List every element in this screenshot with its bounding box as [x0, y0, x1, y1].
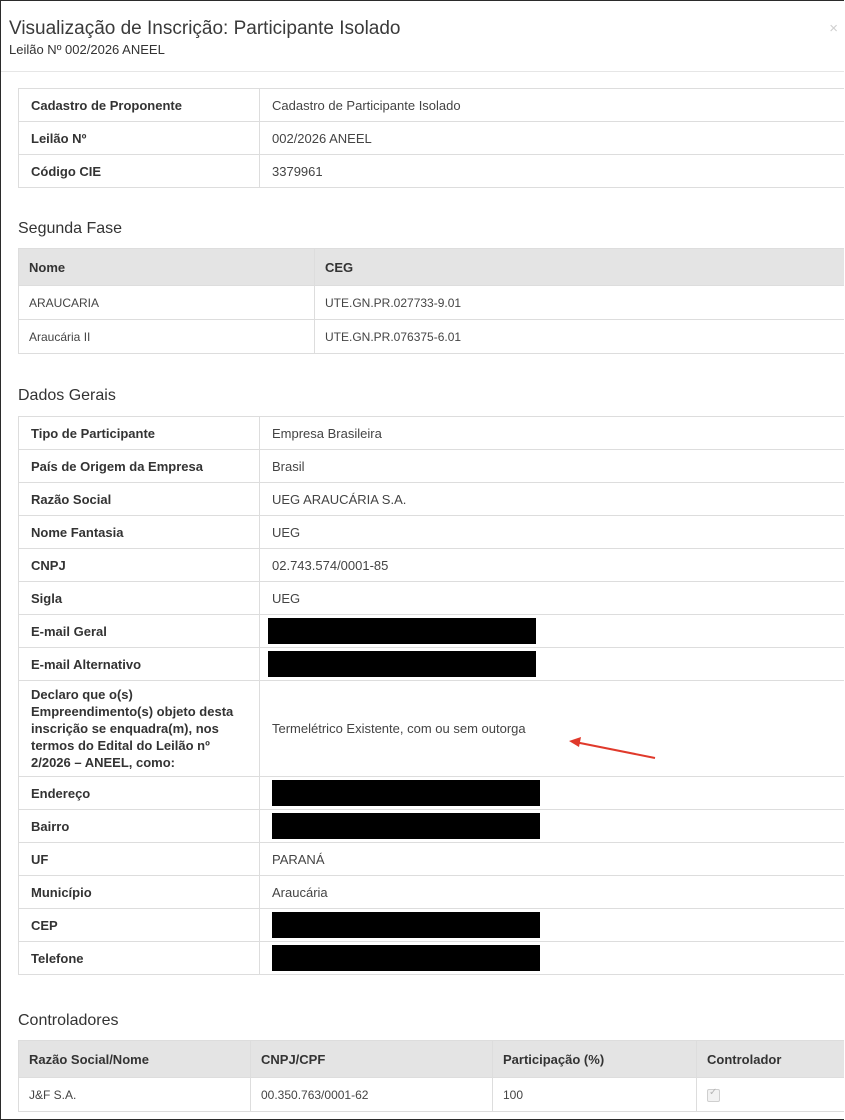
segunda-fase-table: Nome CEG ARAUCARIA UTE.GN.PR.027733-9.01… [18, 248, 844, 354]
row-label: País de Origem da Empresa [18, 449, 260, 483]
cell-cnpj: 00.350.763/0001-62 [250, 1077, 493, 1112]
row-value: Termelétrico Existente, com ou sem outor… [259, 680, 844, 777]
table-row: Tipo de Participante Empresa Brasileira [18, 416, 844, 450]
table-row: Telefone [18, 941, 844, 975]
table-row: ARAUCARIA UTE.GN.PR.027733-9.01 [18, 285, 844, 320]
table-row: UF PARANÁ [18, 842, 844, 876]
row-value: 02.743.574/0001-85 [259, 548, 844, 582]
row-value: 3379961 [259, 154, 844, 188]
row-label: E-mail Alternativo [18, 647, 260, 681]
section-title-dados-gerais: Dados Gerais [18, 387, 116, 404]
row-value-redacted [259, 908, 844, 942]
table-header-row: Razão Social/Nome CNPJ/CPF Participação … [18, 1040, 844, 1078]
row-label: Nome Fantasia [18, 515, 260, 549]
cell-nome: ARAUCARIA [18, 285, 315, 320]
row-value-redacted [259, 941, 844, 975]
table-row: Nome Fantasia UEG [18, 515, 844, 549]
table-row: CEP [18, 908, 844, 942]
redaction-block [272, 945, 540, 971]
row-value-redacted [259, 809, 844, 843]
row-value: UEG ARAUCÁRIA S.A. [259, 482, 844, 516]
cell-participacao: 100 [492, 1077, 697, 1112]
row-label: E-mail Geral [18, 614, 260, 648]
table-row: Razão Social UEG ARAUCÁRIA S.A. [18, 482, 844, 516]
row-label: Endereço [18, 776, 260, 810]
table-row: E-mail Alternativo [18, 647, 844, 681]
section-title-controladores: Controladores [18, 1012, 119, 1029]
controlador-checkbox[interactable] [707, 1087, 720, 1102]
table-row: Cadastro de Proponente Cadastro de Parti… [18, 88, 844, 122]
row-label: Leilão Nº [18, 121, 260, 155]
row-value: Brasil [259, 449, 844, 483]
row-label: UF [18, 842, 260, 876]
header-divider [1, 71, 844, 72]
cell-ceg: UTE.GN.PR.027733-9.01 [314, 285, 844, 320]
redaction-block [268, 618, 536, 644]
annotation-arrow-icon [569, 737, 656, 759]
cell-ceg: UTE.GN.PR.076375-6.01 [314, 319, 844, 354]
column-header-cnpj: CNPJ/CPF [250, 1040, 493, 1078]
column-header-participacao: Participação (%) [492, 1040, 697, 1078]
row-label: Cadastro de Proponente [18, 88, 260, 122]
row-label: Razão Social [18, 482, 260, 516]
table-row: E-mail Geral [18, 614, 844, 648]
row-value-redacted [259, 647, 844, 681]
column-header-ceg: CEG [314, 248, 844, 286]
close-icon[interactable]: × [829, 21, 838, 36]
controladores-table: Razão Social/Nome CNPJ/CPF Participação … [18, 1040, 844, 1112]
column-header-controlador: Controlador [696, 1040, 844, 1078]
row-label: CEP [18, 908, 260, 942]
row-label: Sigla [18, 581, 260, 615]
modal-title: Visualização de Inscrição: Participante … [9, 18, 401, 39]
redaction-block [268, 651, 536, 677]
table-row: Leilão Nº 002/2026 ANEEL [18, 121, 844, 155]
row-label: Telefone [18, 941, 260, 975]
row-value: PARANÁ [259, 842, 844, 876]
row-label: Município [18, 875, 260, 909]
table-row: Município Araucária [18, 875, 844, 909]
row-value: Empresa Brasileira [259, 416, 844, 450]
table-row: Bairro [18, 809, 844, 843]
row-label: Tipo de Participante [18, 416, 260, 450]
redaction-block [272, 813, 540, 839]
table-row: Araucária II UTE.GN.PR.076375-6.01 [18, 319, 844, 354]
cell-nome: Araucária II [18, 319, 315, 354]
row-value: Cadastro de Participante Isolado [259, 88, 844, 122]
table-row: País de Origem da Empresa Brasil [18, 449, 844, 483]
dados-gerais-table: Tipo de Participante Empresa Brasileira … [18, 416, 844, 975]
section-title-segunda-fase: Segunda Fase [18, 220, 123, 237]
row-value-redacted [259, 614, 844, 648]
row-value: Araucária [259, 875, 844, 909]
modal-subtitle: Leilão Nº 002/2026 ANEEL [9, 42, 165, 57]
table-row: CNPJ 02.743.574/0001-85 [18, 548, 844, 582]
row-value: UEG [259, 515, 844, 549]
summary-table: Cadastro de Proponente Cadastro de Parti… [18, 88, 844, 188]
table-header-row: Nome CEG [18, 248, 844, 286]
table-row: Sigla UEG [18, 581, 844, 615]
column-header-nome: Nome [18, 248, 315, 286]
modal-dialog: Visualização de Inscrição: Participante … [0, 0, 844, 1120]
redaction-block [272, 912, 540, 938]
row-value: 002/2026 ANEEL [259, 121, 844, 155]
row-value: UEG [259, 581, 844, 615]
cell-razao-social: J&F S.A. [18, 1077, 251, 1112]
row-label: CNPJ [18, 548, 260, 582]
table-row: Declaro que o(s) Empreendimento(s) objet… [18, 680, 844, 777]
table-row: J&F S.A. 00.350.763/0001-62 100 [18, 1077, 844, 1112]
row-label: Bairro [18, 809, 260, 843]
table-row: Código CIE 3379961 [18, 154, 844, 188]
redaction-block [272, 780, 540, 806]
row-label: Código CIE [18, 154, 260, 188]
row-value-redacted [259, 776, 844, 810]
column-header-razao-social: Razão Social/Nome [18, 1040, 251, 1078]
row-label: Declaro que o(s) Empreendimento(s) objet… [18, 680, 260, 777]
table-row: Endereço [18, 776, 844, 810]
cell-controlador [696, 1077, 844, 1112]
